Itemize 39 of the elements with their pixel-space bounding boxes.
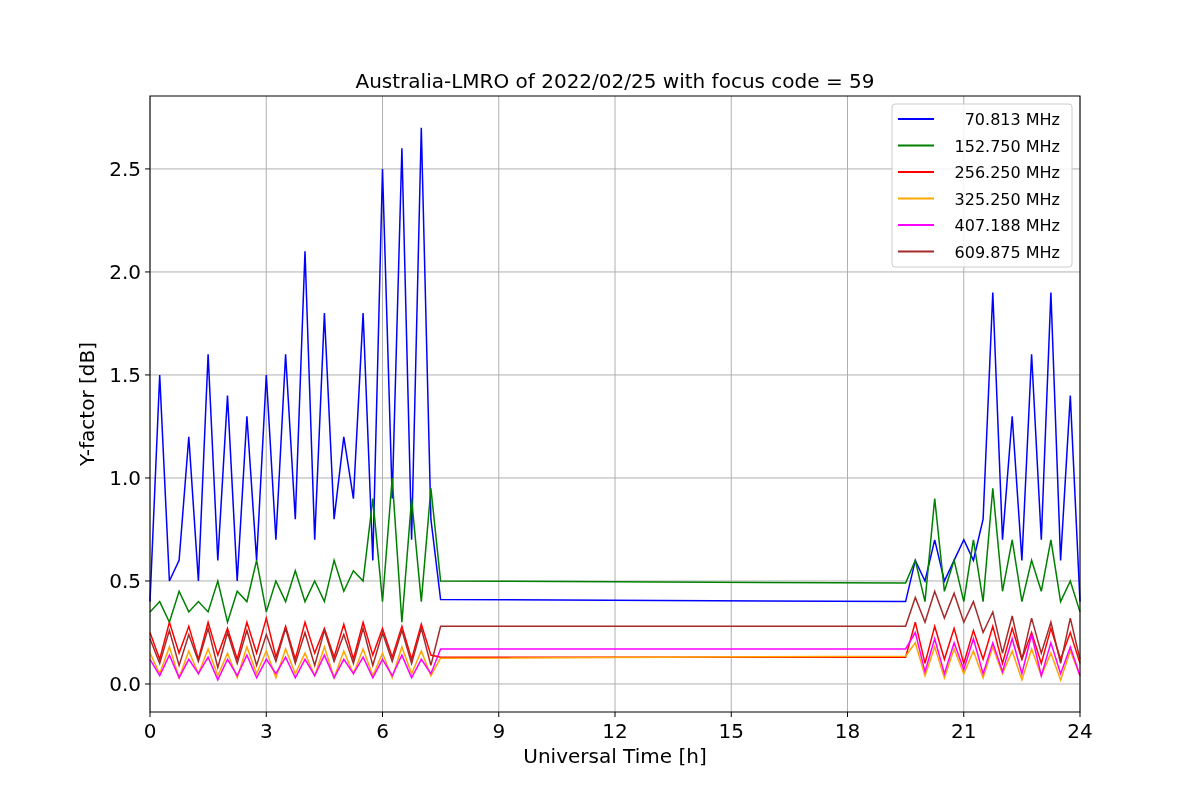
y-tick-label: 0.0	[109, 672, 141, 696]
tick-mark	[149, 711, 151, 718]
tick-mark	[498, 711, 500, 718]
x-tick-label: 0	[143, 719, 157, 743]
y-tick-label: 1.5	[109, 362, 141, 387]
y-tick-label: 2.5	[109, 156, 141, 181]
tick-mark	[144, 271, 151, 273]
tick-mark	[144, 168, 151, 170]
y-tick-label: 2.0	[109, 259, 141, 284]
tick-mark	[144, 374, 151, 376]
x-tick-label: 18	[834, 719, 861, 743]
x-axis-label: Universal Time [h]	[523, 744, 707, 768]
legend-label: 256.250 MHz	[954, 163, 1060, 182]
x-tick-label: 3	[259, 719, 273, 743]
x-tick-label: 15	[718, 719, 744, 743]
y-tick-label: 0.5	[109, 568, 141, 593]
chart-title: Australia-LMRO of 2022/02/25 with focus code = 59	[355, 69, 875, 93]
x-tick-label: 12	[602, 719, 628, 743]
legend-label: 70.813 MHz	[964, 110, 1060, 129]
tick-mark	[382, 711, 383, 718]
y-tick-label: 1.0	[109, 465, 141, 490]
legend-label: 325.250 MHz	[954, 189, 1060, 209]
tick-mark	[265, 711, 267, 718]
x-tick-label: 6	[376, 719, 389, 743]
tick-mark	[144, 477, 151, 479]
tick-mark	[144, 580, 151, 582]
tick-mark	[730, 711, 732, 718]
tick-mark	[1079, 711, 1081, 718]
legend-label: 407.188 MHz	[954, 216, 1060, 235]
tick-mark	[963, 711, 965, 718]
x-tick-label: 24	[1067, 719, 1093, 743]
x-tick-label: 9	[492, 719, 506, 743]
tick-mark	[614, 711, 616, 718]
legend-label: 152.750 MHz	[954, 136, 1060, 156]
y-axis-label: Y-factor [dB]	[75, 342, 99, 466]
legend-label: 609.875 MHz	[954, 242, 1060, 262]
tick-mark	[144, 683, 151, 685]
x-tick-label: 21	[951, 719, 977, 743]
tick-mark	[847, 711, 848, 718]
